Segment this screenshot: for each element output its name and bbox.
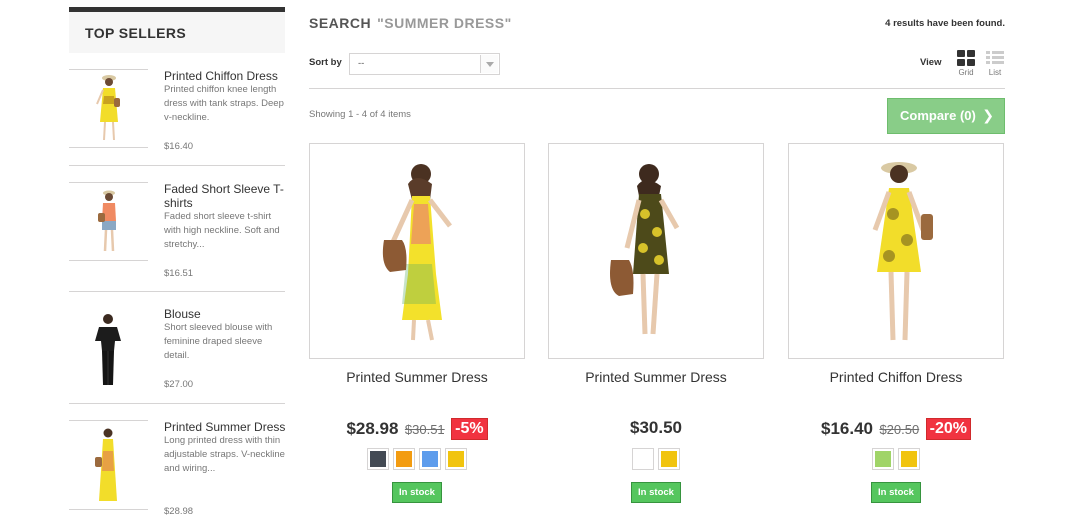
top-seller-price: $16.40 bbox=[164, 141, 194, 152]
product-price: $16.40 bbox=[820, 419, 873, 438]
product-card: Printed Chiffon Dress $16.40 $20.50 -20%… bbox=[788, 143, 1004, 503]
top-seller-description: Long printed dress with thin adjustable … bbox=[164, 435, 285, 474]
top-seller-name[interactable]: Blouse bbox=[164, 307, 286, 321]
list-label: List bbox=[988, 68, 1002, 77]
product-price: $30.50 bbox=[630, 418, 682, 437]
chevron-right-icon: ❯ bbox=[982, 107, 994, 123]
top-seller-name[interactable]: Printed Summer Dress bbox=[164, 420, 286, 434]
showing-count: Showing 1 - 4 of 4 items bbox=[309, 109, 411, 120]
price-row: $16.40 $20.50 -20% bbox=[788, 418, 1004, 440]
color-swatch[interactable] bbox=[393, 448, 415, 470]
divider bbox=[69, 165, 285, 166]
search-query: "Summer Dress" bbox=[377, 15, 512, 31]
results-count: 4 results have been found. bbox=[885, 18, 1005, 29]
top-sellers-title[interactable]: Top sellers bbox=[69, 7, 285, 53]
product-name[interactable]: Printed Summer Dress bbox=[548, 369, 764, 385]
list-view-button[interactable]: List bbox=[984, 50, 1006, 77]
top-seller-name[interactable]: Printed Chiffon Dress bbox=[164, 69, 286, 83]
color-swatch[interactable] bbox=[367, 448, 389, 470]
divider bbox=[309, 88, 1005, 89]
product-image[interactable] bbox=[548, 143, 764, 359]
old-price: $20.50 bbox=[879, 421, 920, 437]
color-swatch[interactable] bbox=[872, 448, 894, 470]
color-swatches bbox=[788, 448, 1004, 470]
color-swatches bbox=[309, 448, 525, 470]
color-swatch[interactable] bbox=[898, 448, 920, 470]
discount-badge: -5% bbox=[451, 418, 488, 440]
old-price: $30.51 bbox=[404, 421, 445, 437]
top-seller-name[interactable]: Faded Short Sleeve T-shirts bbox=[164, 182, 286, 210]
top-seller-description: Short sleeved blouse with feminine drape… bbox=[164, 322, 273, 361]
page-title: Search "Summer Dress" bbox=[309, 15, 512, 31]
view-label: View bbox=[920, 57, 942, 68]
color-swatch[interactable] bbox=[419, 448, 441, 470]
product-thumbnail[interactable] bbox=[69, 182, 148, 261]
product-thumbnail[interactable] bbox=[69, 69, 148, 148]
product-card: Printed Summer Dress $28.98 $30.51 -5% I… bbox=[309, 143, 525, 503]
stock-badge: In stock bbox=[392, 482, 442, 503]
stock-badge: In stock bbox=[631, 482, 681, 503]
compare-button[interactable]: Compare (0) ❯ bbox=[887, 98, 1005, 134]
grid-view-button[interactable]: Grid bbox=[955, 50, 977, 77]
product-image[interactable] bbox=[309, 143, 525, 359]
compare-label: Compare (0) bbox=[900, 108, 976, 123]
product-price: $28.98 bbox=[346, 419, 399, 438]
sort-label: Sort by bbox=[309, 57, 342, 68]
stock-badge: In stock bbox=[871, 482, 921, 503]
list-icon bbox=[986, 50, 1004, 66]
product-name[interactable]: Printed Chiffon Dress bbox=[788, 369, 1004, 385]
top-sellers-block: Top sellers Printed Chiffon Dress Printe… bbox=[69, 7, 285, 517]
color-swatch[interactable] bbox=[632, 448, 654, 470]
color-swatch[interactable] bbox=[445, 448, 467, 470]
availability: In stock bbox=[788, 482, 1004, 503]
color-swatch[interactable] bbox=[658, 448, 680, 470]
sort-value: -- bbox=[358, 58, 365, 69]
price-row: $28.98 $30.51 -5% bbox=[309, 418, 525, 440]
top-seller-price: $16.51 bbox=[164, 268, 194, 279]
product-image[interactable] bbox=[788, 143, 1004, 359]
product-name[interactable]: Printed Summer Dress bbox=[309, 369, 525, 385]
price-row: $30.50 bbox=[548, 418, 764, 438]
divider bbox=[69, 291, 285, 292]
top-seller-price: $28.98 bbox=[164, 506, 194, 517]
product-card: Printed Summer Dress $30.50 In stock bbox=[548, 143, 764, 503]
availability: In stock bbox=[309, 482, 525, 503]
divider bbox=[69, 403, 285, 404]
grid-icon bbox=[957, 50, 975, 66]
top-seller-description: Faded short sleeve t-shirt with high nec… bbox=[164, 211, 280, 250]
top-seller-description: Printed chiffon knee length dress with t… bbox=[164, 84, 284, 123]
sort-select[interactable]: -- bbox=[349, 53, 500, 75]
product-thumbnail[interactable] bbox=[69, 420, 148, 510]
chevron-down-icon[interactable] bbox=[480, 55, 498, 73]
top-seller-price: $27.00 bbox=[164, 379, 194, 390]
color-swatches bbox=[548, 448, 764, 470]
discount-badge: -20% bbox=[925, 418, 972, 440]
availability: In stock bbox=[548, 482, 764, 503]
grid-label: Grid bbox=[958, 68, 974, 77]
search-label: Search bbox=[309, 15, 372, 31]
product-thumbnail[interactable] bbox=[69, 307, 148, 387]
